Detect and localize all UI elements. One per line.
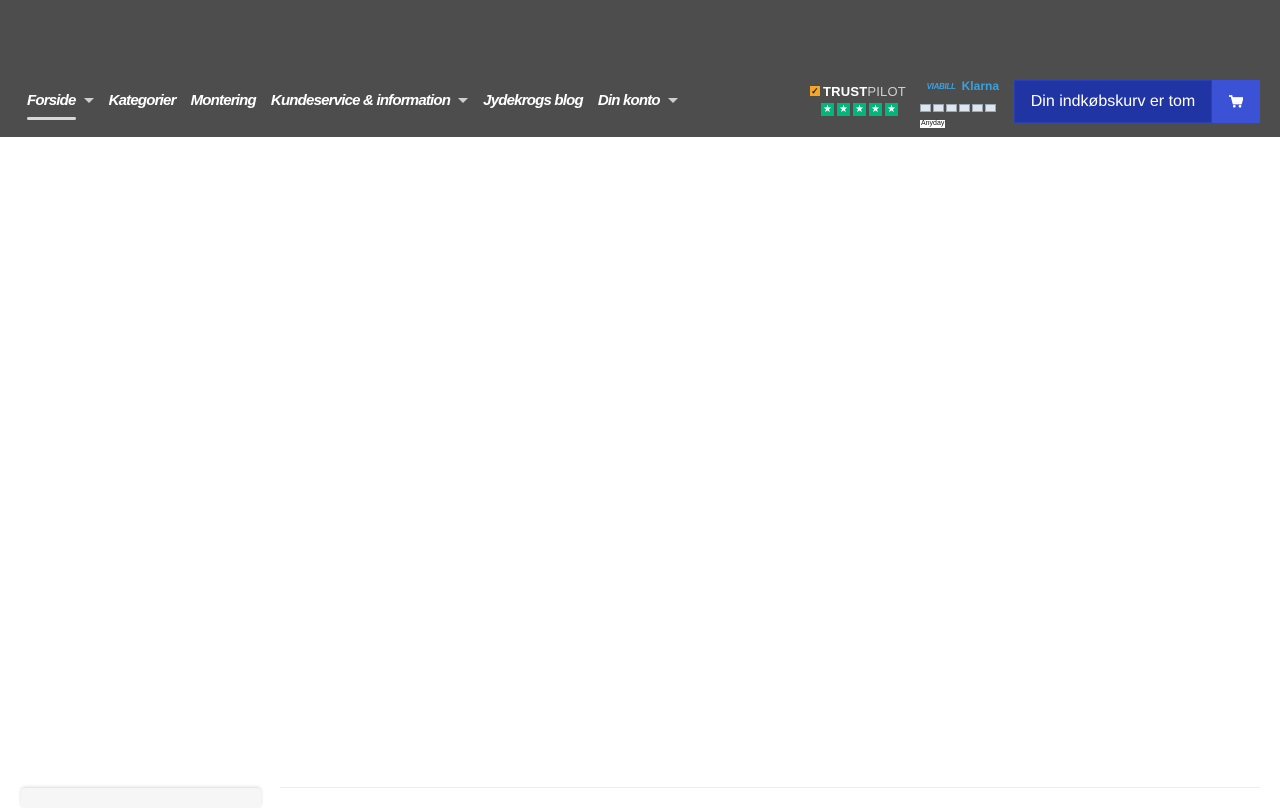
- star-icon: ★: [821, 103, 834, 116]
- chevron-down-icon: [667, 97, 678, 103]
- rating-stars: ★ ★ ★ ★ ★: [821, 103, 908, 116]
- star-icon: ★: [853, 103, 866, 116]
- viabill-logo: VIABILL: [926, 81, 956, 91]
- nav-item-label: Jydekrogs blog: [483, 91, 583, 109]
- card-icon: [985, 104, 996, 112]
- nav-item-kundeservice[interactable]: Kundeservice & information: [270, 88, 469, 112]
- shopping-cart-icon: [1212, 80, 1260, 123]
- site-header: Forside Kategorier Montering Kundeservic…: [0, 0, 1280, 137]
- nav-item-kategorier[interactable]: Kategorier: [108, 88, 177, 112]
- mobilepay-icon: [972, 104, 983, 112]
- mastercard-icon: [946, 104, 957, 112]
- payment-methods: VIABILL Klarna Anyday: [920, 78, 1002, 128]
- star-icon: ★: [869, 103, 882, 116]
- nav-item-label: Din konto: [597, 91, 661, 109]
- active-indicator: [27, 117, 76, 120]
- check-icon: ✓: [810, 86, 820, 96]
- card-icons: [920, 104, 1002, 112]
- content-divider: [280, 787, 1260, 788]
- nav-item-forside[interactable]: Forside: [27, 88, 94, 120]
- nav-item-label: Kategorier: [108, 91, 177, 109]
- visa-icon: [933, 104, 944, 112]
- anyday-logo: Anyday: [920, 120, 946, 128]
- cart-label: Din indkøbskurv er tom: [1014, 80, 1212, 123]
- nav-item-label: Forside: [27, 91, 76, 109]
- nav-item-din-konto[interactable]: Din konto: [598, 88, 678, 112]
- chevron-down-icon: [83, 97, 94, 103]
- nav-item-montering[interactable]: Montering: [190, 88, 257, 112]
- nav-item-blog[interactable]: Jydekrogs blog: [483, 88, 583, 112]
- sidebar-panel: [21, 788, 261, 808]
- chevron-down-icon: [458, 97, 469, 103]
- nav-item-label: Kundeservice & information: [270, 91, 451, 109]
- trustpilot-badge[interactable]: ✓ TRUST PILOT ★ ★ ★ ★ ★: [810, 82, 908, 122]
- dankort-icon: [920, 104, 931, 112]
- cart-button[interactable]: Din indkøbskurv er tom: [1014, 80, 1260, 123]
- star-icon: ★: [837, 103, 850, 116]
- star-icon: ★: [885, 103, 898, 116]
- klarna-logo: Klarna: [961, 79, 999, 93]
- nav-item-label: Montering: [190, 91, 257, 109]
- trustpilot-logo: ✓ TRUST PILOT: [810, 83, 906, 99]
- maestro-icon: [959, 104, 970, 112]
- main-nav: Forside Kategorier Montering Kundeservic…: [27, 88, 693, 120]
